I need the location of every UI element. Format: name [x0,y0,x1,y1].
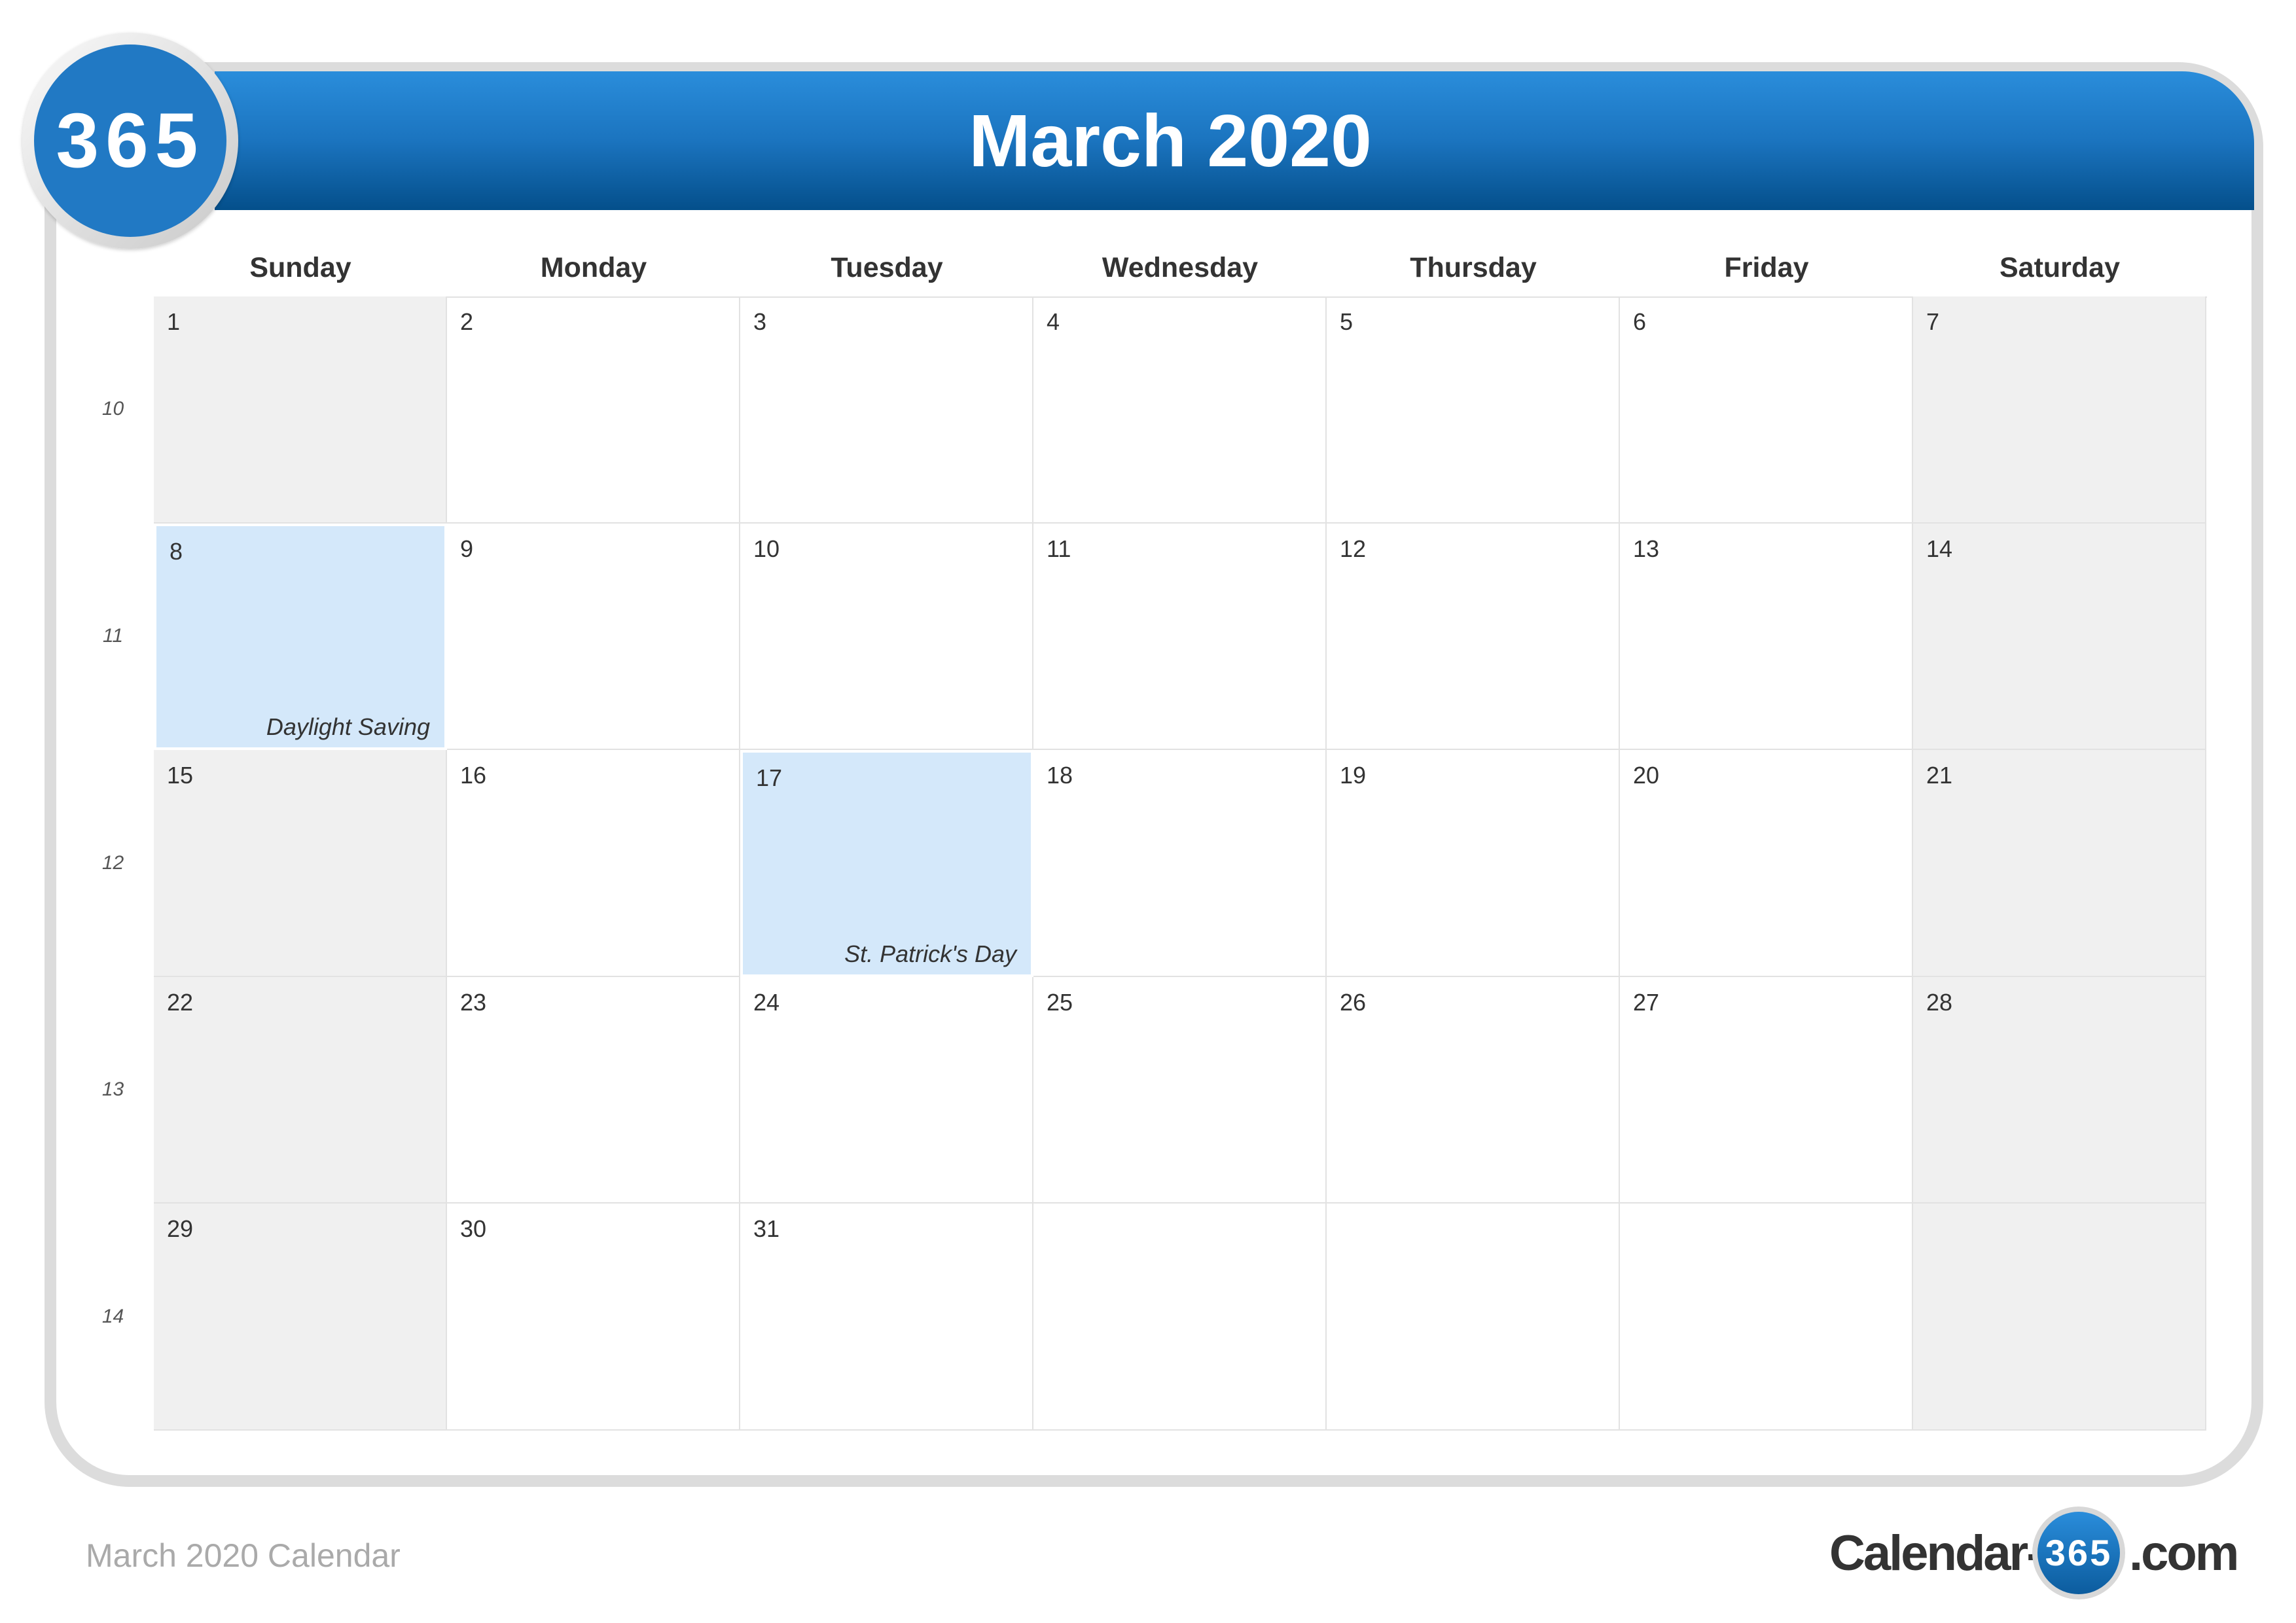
day-number: 8 [170,537,183,565]
day-cell[interactable]: 26 [1327,976,1620,1204]
day-number: 26 [1340,988,1367,1016]
weekday-header: Tuesday [831,252,943,283]
day-cell[interactable]: 25 [1033,976,1327,1204]
day-number: 10 [753,535,780,562]
day-cell[interactable] [1913,1204,2206,1431]
day-cell[interactable]: 21 [1913,750,2206,977]
footer-caption: March 2020 Calendar [86,1537,401,1574]
page-title: March 2020 [969,99,1372,182]
day-cell[interactable]: 11 [1033,523,1327,751]
brand-right: .com [2129,1525,2239,1581]
day-number: 24 [753,988,780,1016]
day-cell[interactable]: 14 [1913,523,2206,751]
logo-badge: 365 [22,33,238,249]
day-cell[interactable]: 18 [1033,750,1327,977]
event-label: Daylight Saving [266,713,430,741]
day-number: 25 [1047,988,1073,1016]
day-number: 6 [1633,308,1647,335]
day-cell[interactable]: 24 [740,976,1033,1204]
day-cell[interactable]: 28 [1913,976,2206,1204]
weekday-header: Friday [1724,252,1809,283]
day-number: 18 [1047,762,1073,789]
day-number: 13 [1633,535,1660,562]
week-number: 13 [101,1079,124,1101]
day-cell[interactable]: 20 [1620,750,1913,977]
week-number: 14 [101,1305,124,1327]
day-cell[interactable]: 3 [740,296,1033,524]
day-number: 21 [1926,762,1953,789]
day-number: 9 [460,535,474,562]
weekday-header: Thursday [1410,252,1537,283]
day-number: 27 [1633,988,1660,1016]
day-number: 30 [460,1215,487,1243]
logo-text: 365 [34,45,226,237]
weekday-header: Monday [540,252,647,283]
day-cell[interactable]: 7 [1913,296,2206,524]
day-cell[interactable]: 15 [154,750,447,977]
day-number: 3 [753,308,767,335]
day-number: 22 [167,988,194,1016]
day-cell[interactable]: 29 [154,1204,447,1431]
day-cell[interactable]: 9 [447,523,740,751]
day-number: 28 [1926,988,1953,1016]
day-cell[interactable]: 2 [447,296,740,524]
day-cell[interactable]: 22 [154,976,447,1204]
day-number: 12 [1340,535,1367,562]
day-cell[interactable] [1620,1204,1913,1431]
day-number: 14 [1926,535,1953,562]
week-number: 11 [102,624,124,647]
week-number: 12 [101,851,124,874]
weekday-header: Wednesday [1102,252,1259,283]
day-cell[interactable]: 27 [1620,976,1913,1204]
day-cell[interactable]: 1 [154,296,447,524]
day-number: 29 [167,1215,194,1243]
weekday-header: Saturday [1999,252,2120,283]
day-cell[interactable]: 6 [1620,296,1913,524]
day-cell[interactable]: 30 [447,1204,740,1431]
day-cell[interactable]: 23 [447,976,740,1204]
day-number: 5 [1340,308,1354,335]
day-cell[interactable]: 5 [1327,296,1620,524]
day-number: 16 [460,762,487,789]
day-cell[interactable] [1327,1204,1620,1431]
day-number: 19 [1340,762,1367,789]
day-cell[interactable] [1033,1204,1327,1431]
day-cell[interactable]: 17 St. Patrick's Day [740,750,1033,977]
day-number: 11 [1047,535,1071,562]
day-cell[interactable]: 12 [1327,523,1620,751]
day-cell[interactable]: 13 [1620,523,1913,751]
day-number: 20 [1633,762,1660,789]
brand-circle-text: 365 [2037,1512,2120,1594]
day-number: 15 [167,762,194,789]
day-cell[interactable]: 16 [447,750,740,977]
week-number: 10 [101,398,124,420]
calendar-grid: 1 2 3 4 5 6 7 8 Daylight Saving 9 10 11 12 13 14 15 16 17… [154,296,2207,1431]
brand-circle: 365 [2032,1507,2125,1599]
day-number: 2 [460,308,474,335]
day-cell[interactable]: 31 [740,1204,1033,1431]
day-cell[interactable]: 10 [740,523,1033,751]
day-number: 23 [460,988,487,1016]
day-number: 1 [167,308,181,335]
day-number: 31 [753,1215,780,1243]
brand-logo[interactable]: Calendar- 365 .com [1829,1505,2239,1603]
day-cell[interactable]: 8 Daylight Saving [154,523,447,751]
event-label: St. Patrick's Day [844,940,1016,967]
day-number: 17 [756,764,783,792]
day-cell[interactable]: 19 [1327,750,1620,977]
day-cell[interactable]: 4 [1033,296,1327,524]
weekday-header: Sunday [249,252,351,283]
day-number: 7 [1926,308,1940,335]
brand-left: Calendar- [1829,1525,2043,1581]
day-number: 4 [1047,308,1060,335]
